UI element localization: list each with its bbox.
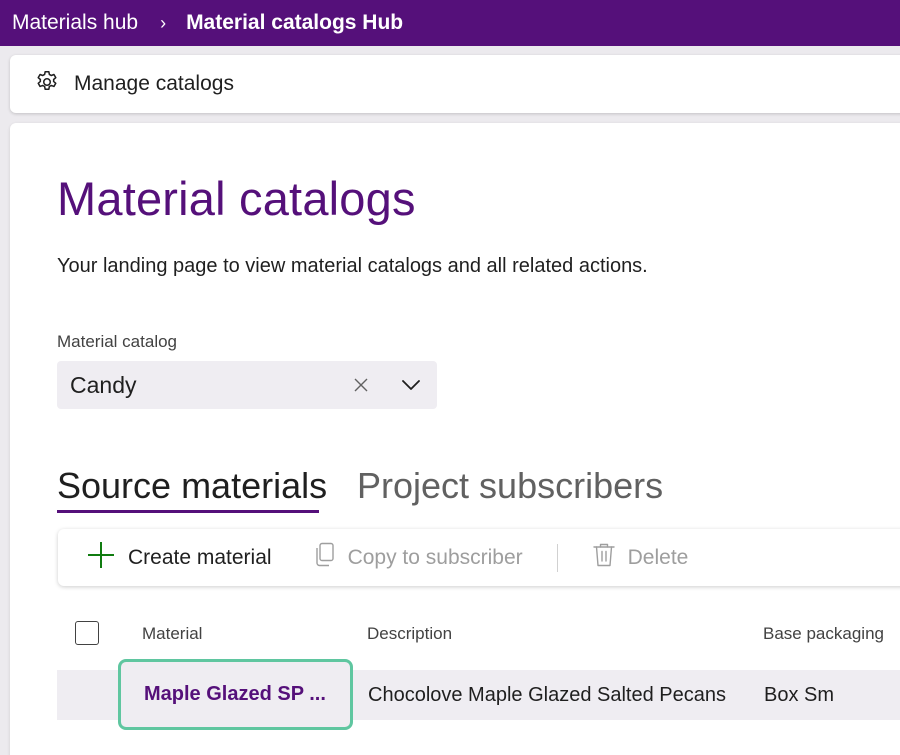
copy-to-subscriber-label: Copy to subscriber (347, 545, 523, 569)
column-header-material[interactable]: Material (142, 624, 202, 644)
page-subtitle: Your landing page to view material catal… (57, 255, 648, 277)
gear-icon (34, 69, 60, 100)
command-bar: Manage catalogs (10, 55, 900, 113)
grid-header-row: Material Description Base packaging (57, 613, 900, 653)
main-panel: Material catalogs Your landing page to v… (10, 123, 900, 755)
delete-button[interactable]: Delete (592, 542, 689, 573)
breadcrumb-parent-link[interactable]: Materials hub (12, 11, 138, 35)
trash-icon (592, 542, 616, 573)
plus-icon (86, 540, 116, 575)
catalog-combobox-value[interactable]: Candy (70, 372, 351, 399)
selected-tab-indicator (57, 510, 319, 513)
catalog-combobox[interactable]: Candy (57, 361, 437, 409)
select-all-checkbox[interactable] (75, 621, 99, 645)
tab-project-subscribers[interactable]: Project subscribers (357, 465, 663, 507)
material-link[interactable]: Maple Glazed SP ... (118, 659, 353, 730)
create-material-button[interactable]: Create material (86, 540, 272, 575)
page-title: Material catalogs (57, 172, 416, 225)
toolbar-divider (556, 543, 558, 572)
delete-label: Delete (627, 545, 689, 569)
breadcrumb-current: Material catalogs Hub (186, 11, 404, 34)
manage-catalogs-label: Manage catalogs (74, 72, 234, 95)
clear-icon[interactable] (351, 375, 371, 395)
copy-icon (314, 542, 336, 573)
catalog-field-label: Material catalog (57, 332, 178, 351)
material-base-packaging: Box Sm (764, 684, 835, 706)
material-description: Chocolove Maple Glazed Salted Pecans (368, 684, 726, 706)
chevron-down-icon[interactable] (399, 373, 423, 397)
table-row[interactable]: Maple Glazed SP ... Chocolove Maple Glaz… (57, 659, 900, 730)
copy-to-subscriber-button[interactable]: Copy to subscriber (314, 542, 523, 573)
manage-catalogs-button[interactable]: Manage catalogs (34, 69, 234, 100)
top-navigation-bar: Materials hub › Material catalogs Hub (0, 0, 900, 46)
column-header-base-packaging[interactable]: Base packaging (763, 624, 884, 644)
breadcrumb-separator: › (160, 12, 167, 33)
grid-toolbar: Create material Copy to subscriber Delet… (58, 529, 900, 586)
column-header-description[interactable]: Description (367, 624, 452, 644)
create-material-label: Create material (128, 545, 272, 569)
tab-source-materials[interactable]: Source materials (57, 465, 327, 507)
